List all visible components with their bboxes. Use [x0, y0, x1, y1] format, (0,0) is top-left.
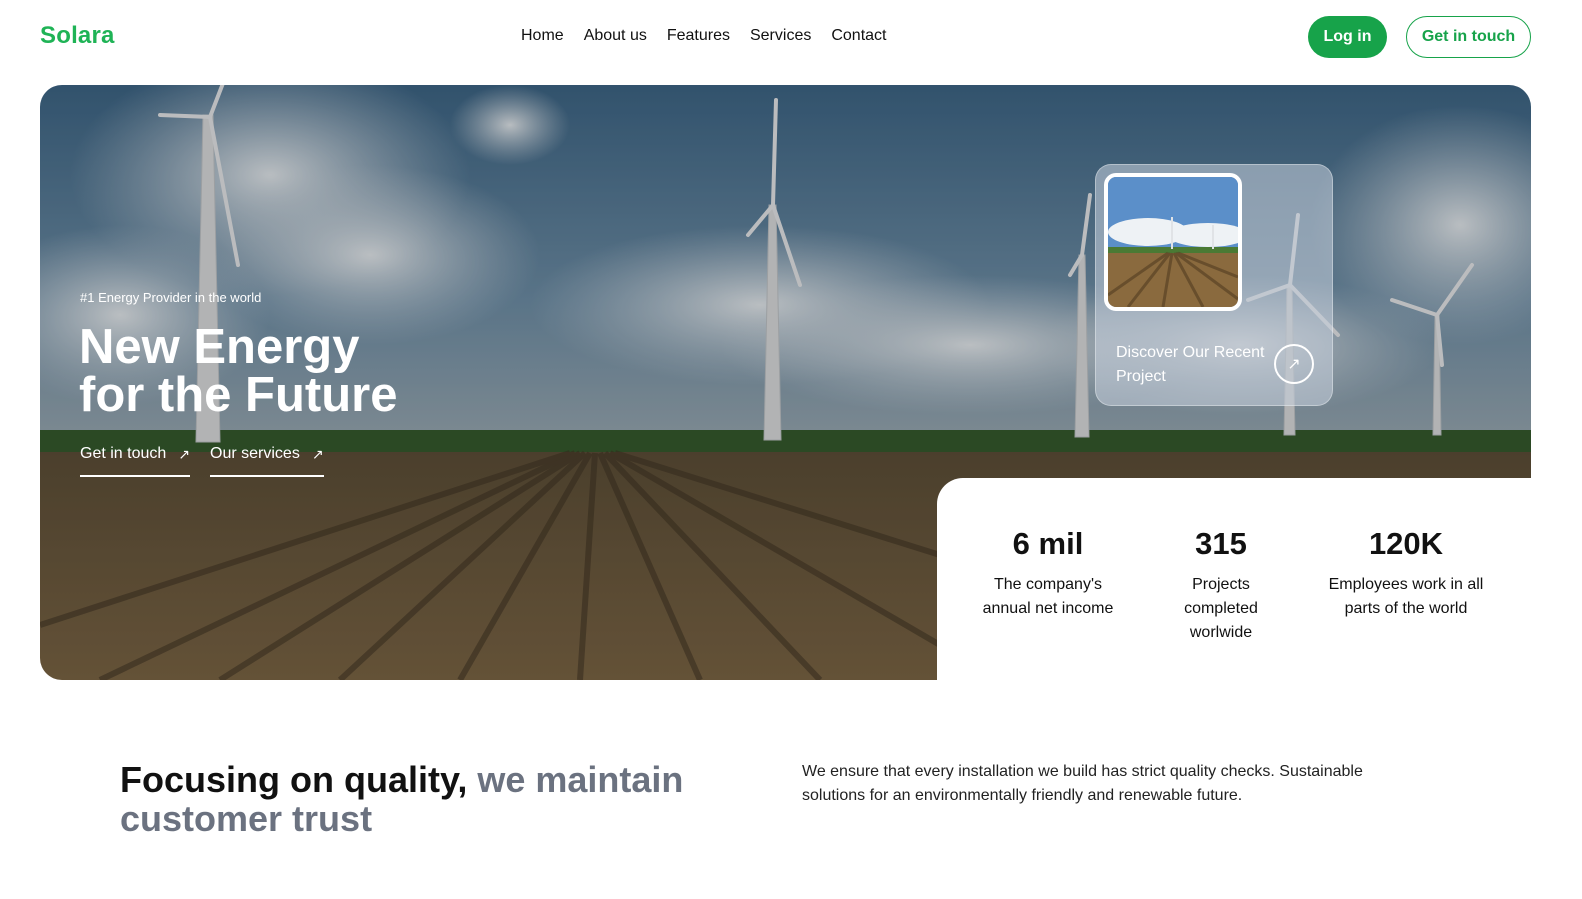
hero-get-in-touch-label: Get in touch [80, 445, 167, 462]
recent-project-card[interactable]: Discover Our Recent Project ↗ [1095, 164, 1333, 406]
nav-link-home[interactable]: Home [521, 27, 564, 45]
quality-heading: Focusing on quality, we maintain custome… [120, 760, 740, 838]
stat-value: 315 [1195, 526, 1247, 561]
top-navigation: Solara Home About us Features Services C… [0, 0, 1582, 76]
arrow-up-right-icon[interactable]: ↗ [1274, 344, 1314, 384]
project-card-label: Discover Our Recent Project [1116, 344, 1265, 385]
stats-panel: 6 mil The company's annual net income 31… [937, 478, 1531, 680]
stat-value: 120K [1368, 526, 1444, 561]
arrow-up-right-icon: ↗ [178, 445, 191, 462]
hero-title-line1: New Energy [79, 320, 360, 374]
stat-value: 6 mil [1012, 526, 1084, 561]
nav-link-services[interactable]: Services [750, 27, 811, 45]
stat-projects: 315 Projects completed worlwide [1156, 525, 1286, 645]
nav-link-contact[interactable]: Contact [831, 27, 886, 45]
hero-kicker: #1 Energy Provider in the world [80, 290, 262, 305]
nav-link-about[interactable]: About us [584, 27, 647, 45]
stat-employees: 120K Employees work in all parts of the … [1311, 525, 1501, 621]
hero-our-services-link[interactable]: Our services ↗ [210, 445, 324, 477]
nav-links: Home About us Features Services Contact [521, 27, 886, 45]
stat-label: Employees work in all parts of the world [1328, 576, 1484, 617]
stat-label: Projects completed worlwide [1184, 576, 1258, 641]
get-in-touch-button[interactable]: Get in touch [1406, 16, 1531, 58]
logo[interactable]: Solara [40, 22, 115, 50]
hero-our-services-label: Our services [210, 445, 300, 462]
stat-label: The company's annual net income [982, 576, 1114, 617]
project-thumbnail [1104, 173, 1242, 311]
hero-get-in-touch-link[interactable]: Get in touch ↗ [80, 445, 191, 477]
hero-title: New Energy for the Future [79, 320, 398, 422]
hero-title-line2: for the Future [79, 368, 398, 422]
quality-heading-main: Focusing on quality, [120, 759, 468, 800]
quality-description: We ensure that every installation we bui… [802, 763, 1363, 804]
stat-net-income: 6 mil The company's annual net income [973, 525, 1123, 621]
nav-link-features[interactable]: Features [667, 27, 730, 45]
arrow-up-right-icon: ↗ [311, 445, 324, 462]
login-button[interactable]: Log in [1308, 16, 1387, 58]
hero-links: Get in touch ↗ Our services ↗ [80, 445, 324, 477]
